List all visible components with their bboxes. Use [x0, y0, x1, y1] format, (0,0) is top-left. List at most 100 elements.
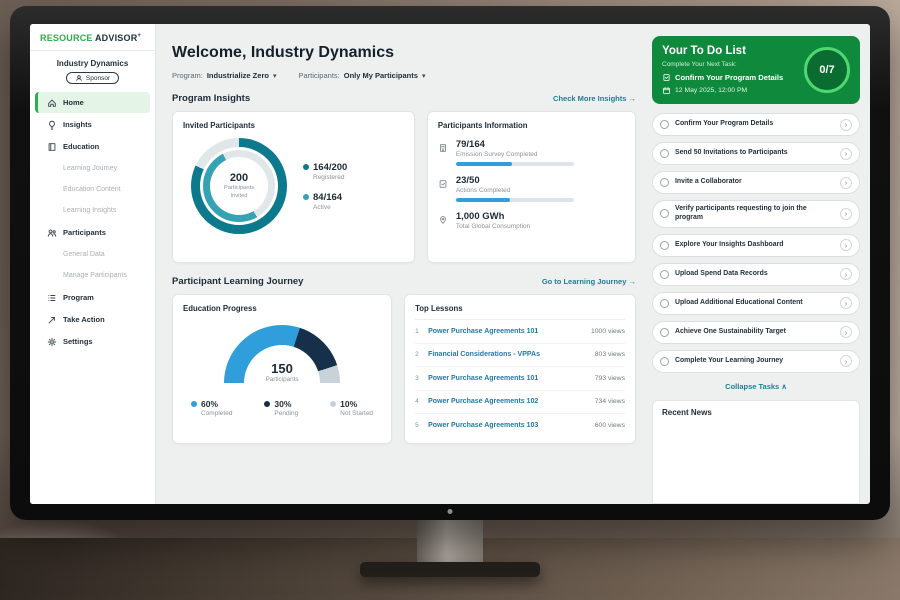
sidebar-nav: Home Insights Education Learning Journey… — [30, 92, 155, 352]
sidebar-item-education-content[interactable]: Education Content — [30, 179, 155, 200]
legend-item-active: 84/164 Active — [303, 192, 347, 211]
sidebar-subitem-label: Learning Insights — [63, 207, 116, 214]
donut-legend: 164/200 Registered 84/164 Active — [303, 162, 347, 211]
lesson-row: 5 Power Purchase Agreements 103 600 view… — [415, 414, 625, 438]
task-item[interactable]: Verify participants requesting to join t… — [652, 200, 860, 228]
calendar-icon — [662, 86, 671, 95]
task-item[interactable]: Achieve One Sustainability Target › — [652, 321, 860, 344]
checkbox-icon[interactable] — [660, 357, 669, 366]
logo-text-primary: RESOURCE — [40, 33, 93, 43]
app-logo: RESOURCE ADVISOR+ — [30, 33, 155, 51]
sidebar-subitem-label: Education Content — [63, 186, 121, 193]
chevron-right-icon: › — [840, 297, 852, 309]
task-item[interactable]: Upload Spend Data Records › — [652, 263, 860, 286]
monitor-bezel: RESOURCE ADVISOR+ Industry Dynamics Spon… — [10, 6, 890, 520]
task-item[interactable]: Upload Additional Educational Content › — [652, 292, 860, 315]
sidebar-item-education[interactable]: Education — [35, 136, 150, 157]
sidebar-item-learning-insights[interactable]: Learning Insights — [30, 200, 155, 221]
sidebar-item-manage-participants[interactable]: Manage Participants — [30, 265, 155, 286]
chevron-right-icon: › — [840, 239, 852, 251]
book-icon — [46, 141, 57, 152]
legend-item-registered: 164/200 Registered — [303, 162, 347, 181]
lesson-link[interactable]: Power Purchase Agreements 101 — [428, 328, 591, 335]
participants-filter-value: Only My Participants — [344, 71, 418, 80]
sidebar-item-take-action[interactable]: Take Action — [35, 309, 150, 330]
sidebar-item-label: Settings — [63, 337, 93, 346]
sidebar-item-label: Participants — [63, 228, 106, 237]
sidebar-item-insights[interactable]: Insights — [35, 114, 150, 135]
check-more-insights-link[interactable]: Check More Insights → — [553, 94, 636, 103]
chevron-right-icon: › — [840, 119, 852, 131]
lesson-row: 1 Power Purchase Agreements 101 1000 vie… — [415, 320, 625, 344]
section-title: Participant Learning Journey — [172, 276, 303, 287]
task-item[interactable]: Complete Your Learning Journey › — [652, 350, 860, 373]
checkbox-icon[interactable] — [660, 241, 669, 250]
logo-plus: + — [137, 33, 141, 39]
recent-news-header[interactable]: Recent News — [652, 400, 860, 504]
stat-global-consumption: 1,000 GWh Total Global Consumption — [438, 211, 625, 230]
sidebar-subitem-label: Manage Participants — [63, 272, 127, 279]
checkbox-icon[interactable] — [660, 299, 669, 308]
participants-filter-dropdown[interactable]: Participants: Only My Participants ▾ — [298, 71, 425, 80]
sidebar-item-label: Take Action — [63, 315, 105, 324]
emission-progress-bar — [456, 162, 574, 166]
legend-dot — [303, 194, 309, 200]
lesson-link[interactable]: Power Purchase Agreements 103 — [428, 422, 595, 429]
collapse-tasks-link[interactable]: Collapse Tasks ∧ — [652, 382, 860, 391]
sidebar-item-label: Education — [63, 142, 99, 151]
todo-task-list: Confirm Your Program Details › Send 50 I… — [652, 113, 860, 373]
learning-journey-cards: Education Progress 150 Participants 60% … — [172, 294, 636, 444]
lesson-link[interactable]: Power Purchase Agreements 101 — [428, 375, 595, 382]
lesson-link[interactable]: Financial Considerations - VPPAs — [428, 351, 595, 358]
checkbox-icon[interactable] — [660, 120, 669, 129]
todo-panel: Your To Do List Complete Your Next Task:… — [648, 24, 870, 504]
checkbox-icon[interactable] — [660, 209, 669, 218]
program-filter-dropdown[interactable]: Program: Industrialize Zero ▾ — [172, 71, 276, 80]
donut-center-label: ParticipantsInvited — [224, 185, 254, 199]
checkbox-icon[interactable] — [660, 149, 669, 158]
card-title: Invited Participants — [183, 121, 404, 130]
checkbox-icon[interactable] — [660, 178, 669, 187]
gauge-center: 150 Participants — [224, 361, 340, 383]
todo-header-card: Your To Do List Complete Your Next Task:… — [652, 36, 860, 104]
building-icon — [438, 139, 449, 166]
chevron-right-icon: › — [840, 355, 852, 367]
chevron-right-icon: › — [840, 148, 852, 160]
todo-progress-ring: 0/7 — [804, 47, 850, 93]
task-item[interactable]: Send 50 Invitations to Participants › — [652, 142, 860, 165]
logo-text-secondary: ADVISOR — [95, 33, 137, 43]
filter-bar: Program: Industrialize Zero ▾ Participan… — [172, 71, 636, 80]
arrow-right-icon: → — [629, 94, 637, 103]
gauge-legend: 60% Completed 30% Pending 10% Not Starte… — [183, 399, 381, 417]
chevron-right-icon: › — [840, 326, 852, 338]
sidebar-item-label: Insights — [63, 120, 92, 129]
go-to-learning-journey-link[interactable]: Go to Learning Journey → — [542, 277, 636, 286]
sidebar-item-settings[interactable]: Settings — [35, 331, 150, 352]
sponsor-badge[interactable]: Sponsor — [66, 72, 119, 84]
sidebar-item-label: Home — [63, 98, 84, 107]
sidebar-item-home[interactable]: Home — [35, 92, 150, 113]
chevron-right-icon: › — [840, 268, 852, 280]
dashboard-screen: RESOURCE ADVISOR+ Industry Dynamics Spon… — [30, 24, 870, 504]
sidebar: RESOURCE ADVISOR+ Industry Dynamics Spon… — [30, 24, 156, 504]
lesson-row: 3 Power Purchase Agreements 101 793 view… — [415, 367, 625, 391]
actions-progress-bar — [456, 198, 574, 202]
checkbox-icon[interactable] — [660, 270, 669, 279]
clipboard-check-icon — [438, 175, 449, 202]
task-item[interactable]: Explore Your Insights Dashboard › — [652, 234, 860, 257]
legend-dot — [330, 401, 336, 407]
sidebar-item-program[interactable]: Program — [35, 287, 150, 308]
chevron-down-icon: ▾ — [273, 72, 277, 80]
lesson-link[interactable]: Power Purchase Agreements 102 — [428, 398, 595, 405]
checkbox-icon[interactable] — [660, 328, 669, 337]
top-lessons-card: Top Lessons 1 Power Purchase Agreements … — [404, 294, 636, 444]
home-icon — [46, 97, 57, 108]
sidebar-item-learning-journey[interactable]: Learning Journey — [30, 158, 155, 179]
task-item[interactable]: Confirm Your Program Details › — [652, 113, 860, 136]
arrow-up-right-icon — [46, 314, 57, 325]
program-insights-cards: Invited Participants 200 ParticipantsInv… — [172, 111, 636, 263]
sidebar-item-participants[interactable]: Participants — [35, 222, 150, 243]
sidebar-item-general-data[interactable]: General Data — [30, 244, 155, 265]
task-item[interactable]: Invite a Collaborator › — [652, 171, 860, 194]
lesson-row: 4 Power Purchase Agreements 102 734 view… — [415, 391, 625, 415]
